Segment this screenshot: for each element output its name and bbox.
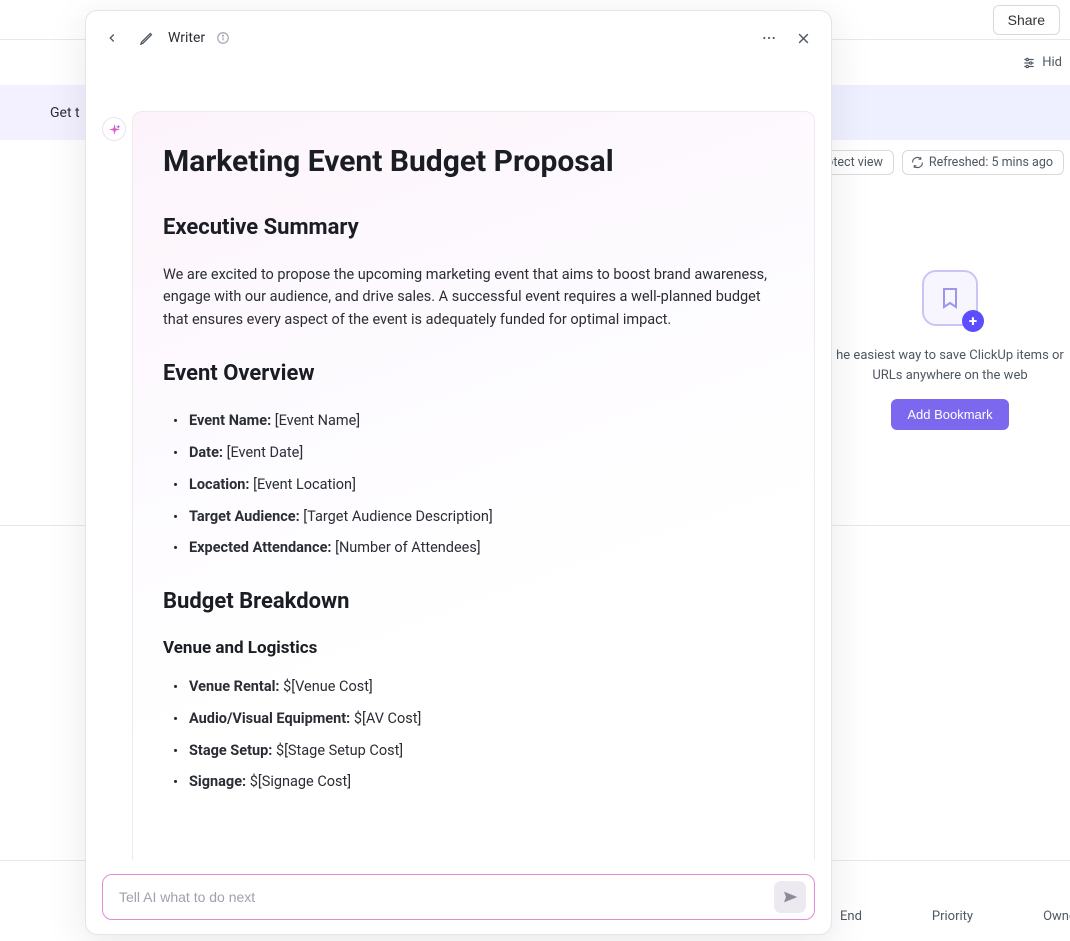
chevron-left-icon	[105, 31, 119, 45]
list-item: Audio/Visual Equipment: $[AV Cost]	[189, 708, 784, 730]
list-item: Location: [Event Location]	[189, 474, 784, 496]
info-icon[interactable]	[215, 30, 231, 46]
writer-footer	[86, 866, 831, 934]
bookmark-description: he easiest way to save ClickUp items or …	[830, 346, 1070, 385]
refresh-status[interactable]: Refreshed: 5 mins ago	[902, 150, 1064, 175]
exec-summary-heading: Executive Summary	[163, 215, 784, 240]
doc-title: Marketing Event Budget Proposal	[163, 144, 784, 179]
prompt-input-container	[102, 874, 815, 920]
bookmark-icon-wrap: +	[922, 270, 978, 326]
writer-body: Marketing Event Budget Proposal Executiv…	[86, 65, 831, 866]
bookmark-panel: + he easiest way to save ClickUp items o…	[830, 270, 1070, 430]
budget-breakdown-heading: Budget Breakdown	[163, 589, 784, 614]
add-bookmark-button[interactable]: Add Bookmark	[891, 399, 1008, 430]
send-icon	[782, 889, 798, 905]
edit-button[interactable]	[134, 26, 158, 50]
pencil-icon	[139, 31, 154, 46]
list-item: Date: [Event Date]	[189, 442, 784, 464]
list-item: Event Name: [Event Name]	[189, 410, 784, 432]
prompt-input[interactable]	[119, 889, 774, 905]
writer-title: Writer	[168, 30, 205, 46]
list-item: Venue Rental: $[Venue Cost]	[189, 676, 784, 698]
venue-logistics-heading: Venue and Logistics	[163, 638, 784, 658]
more-button[interactable]	[757, 26, 781, 50]
banner-text: Get t	[50, 105, 80, 121]
exec-summary-text: We are excited to propose the upcoming m…	[163, 264, 784, 331]
col-priority: Priority	[932, 909, 973, 924]
document-card: Marketing Event Budget Proposal Executiv…	[132, 111, 815, 860]
writer-modal: Writer Marketing Event Budget Proposal E…	[85, 10, 832, 935]
document-scroll[interactable]: Marketing Event Budget Proposal Executiv…	[132, 111, 815, 860]
list-item: Target Audience: [Target Audience Descri…	[189, 506, 784, 528]
plus-icon: +	[962, 310, 984, 332]
send-button[interactable]	[774, 881, 806, 913]
hide-button[interactable]: Hid	[1022, 55, 1062, 70]
list-item: Signage: $[Signage Cost]	[189, 771, 784, 793]
back-button[interactable]	[100, 26, 124, 50]
dots-icon	[761, 30, 777, 46]
close-button[interactable]	[791, 26, 815, 50]
list-item: Expected Attendance: [Number of Attendee…	[189, 537, 784, 559]
event-overview-list: Event Name: [Event Name] Date: [Event Da…	[163, 410, 784, 559]
col-end: End	[840, 909, 862, 924]
sliders-icon	[1022, 56, 1036, 70]
share-button[interactable]: Share	[993, 5, 1060, 35]
list-item: Stage Setup: $[Stage Setup Cost]	[189, 740, 784, 762]
writer-header: Writer	[86, 11, 831, 65]
refresh-icon	[911, 156, 924, 169]
refreshed-label: Refreshed: 5 mins ago	[929, 155, 1053, 170]
venue-logistics-list: Venue Rental: $[Venue Cost] Audio/Visual…	[163, 676, 784, 793]
col-owner: Owne	[1043, 909, 1070, 924]
ai-badge	[102, 117, 126, 141]
sparkle-icon	[108, 123, 121, 136]
close-icon	[796, 31, 811, 46]
hide-label: Hid	[1042, 55, 1062, 70]
event-overview-heading: Event Overview	[163, 361, 784, 386]
